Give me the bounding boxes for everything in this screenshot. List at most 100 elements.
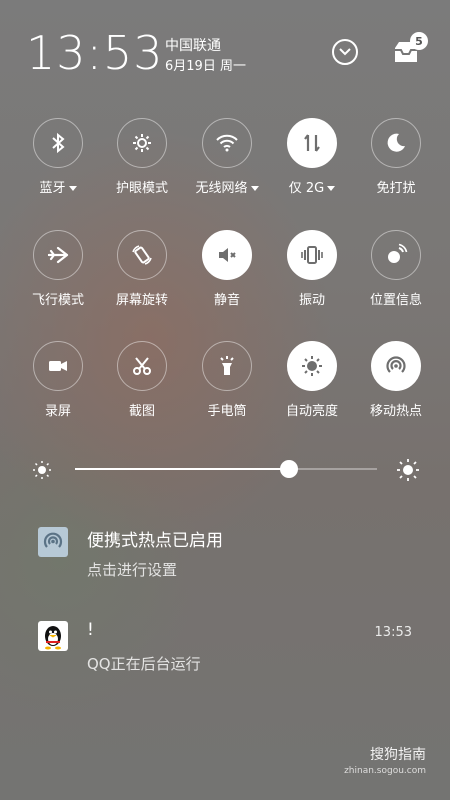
- notification-inbox-button[interactable]: 5: [390, 32, 428, 66]
- qq-notification[interactable]: ! 13:53 QQ正在后台运行: [0, 615, 450, 685]
- watermark-main: 搜狗指南: [370, 747, 426, 763]
- tile-vibrate[interactable]: 振动: [267, 230, 357, 308]
- tile-label-text: 手电筒: [207, 404, 247, 419]
- airplane-icon: [46, 243, 70, 267]
- tile-mute[interactable]: 静音: [182, 230, 272, 308]
- tile-label: 手电筒: [182, 400, 272, 419]
- tile-hotspot-button[interactable]: [371, 341, 421, 391]
- mobile-data-icon: [300, 131, 324, 155]
- tile-moon[interactable]: 免打扰: [351, 118, 441, 196]
- mute-icon: [215, 243, 239, 267]
- tile-label-text: 静音: [213, 293, 240, 308]
- tile-flashlight[interactable]: 手电筒: [182, 341, 272, 419]
- sogou-watermark: 搜狗指南 zhinan.sogou.com: [344, 744, 426, 776]
- auto-brightness-icon: [300, 354, 324, 378]
- tile-flashlight-button[interactable]: [202, 341, 252, 391]
- notification-title: 便携式热点已启用: [87, 531, 223, 551]
- tile-rotate[interactable]: 屏幕旋转: [97, 230, 187, 308]
- scissors-icon: [130, 354, 154, 378]
- tile-mobile-data-button[interactable]: [287, 118, 337, 168]
- brightness-row: [0, 455, 450, 485]
- tile-label-text: 无线网络: [195, 181, 248, 196]
- brightness-fill: [75, 468, 290, 470]
- tile-scissors[interactable]: 截图: [97, 341, 187, 419]
- dropdown-caret-icon[interactable]: [327, 186, 336, 191]
- status-header: 13:53 中国联通 6月19日 周一 5: [0, 0, 450, 100]
- dropdown-caret-icon[interactable]: [68, 186, 77, 191]
- tile-mute-button[interactable]: [202, 230, 252, 280]
- tile-vibrate-button[interactable]: [287, 230, 337, 280]
- clock: 13:53: [26, 26, 164, 80]
- notification-count-badge: 5: [410, 32, 428, 50]
- tile-label-text: 截图: [128, 404, 155, 419]
- dropdown-caret-icon[interactable]: [250, 186, 259, 191]
- tile-label: 屏幕旋转: [97, 289, 187, 308]
- tile-eye-care[interactable]: 护眼模式: [97, 118, 187, 196]
- tile-scissors-button[interactable]: [117, 341, 167, 391]
- tile-bluetooth[interactable]: 蓝牙: [13, 118, 103, 196]
- carrier-name: 中国联通: [165, 38, 221, 54]
- rotate-icon: [130, 243, 154, 267]
- tile-screen-record-button[interactable]: [33, 341, 83, 391]
- tile-label-text: 移动热点: [369, 404, 422, 419]
- tile-moon-button[interactable]: [371, 118, 421, 168]
- watermark-url: zhinan.sogou.com: [344, 766, 426, 776]
- tile-label: 截图: [97, 400, 187, 419]
- tile-label-text: 免打扰: [376, 181, 416, 196]
- tile-label-text: 飞行模式: [31, 293, 84, 308]
- tile-bluetooth-button[interactable]: [33, 118, 83, 168]
- tile-label-text: 自动亮度: [285, 404, 338, 419]
- location-icon: [384, 243, 408, 267]
- tile-label: 自动亮度: [267, 400, 357, 419]
- expand-button[interactable]: [331, 38, 359, 66]
- tile-label: 免打扰: [351, 177, 441, 196]
- qq-penguin-icon: [38, 621, 68, 651]
- tile-auto-brightness[interactable]: 自动亮度: [267, 341, 357, 419]
- tile-label: 无线网络: [182, 177, 272, 196]
- date-label: 6月19日 周一: [165, 59, 246, 74]
- tile-label-text: 位置信息: [369, 293, 422, 308]
- tile-mobile-data[interactable]: 仅 2G: [267, 118, 357, 196]
- tile-rotate-button[interactable]: [117, 230, 167, 280]
- tile-hotspot[interactable]: 移动热点: [351, 341, 441, 419]
- tile-label-text: 仅 2G: [288, 181, 325, 196]
- tile-eye-care-button[interactable]: [117, 118, 167, 168]
- tile-label-text: 蓝牙: [39, 181, 66, 196]
- tile-airplane-button[interactable]: [33, 230, 83, 280]
- eye-care-icon: [130, 131, 154, 155]
- tile-label: 振动: [267, 289, 357, 308]
- hotspot-notification[interactable]: 便携式热点已启用 点击进行设置: [0, 520, 450, 590]
- brightness-slider[interactable]: [75, 460, 377, 478]
- tile-location[interactable]: 位置信息: [351, 230, 441, 308]
- brightness-knob[interactable]: [280, 460, 299, 478]
- tile-screen-record[interactable]: 录屏: [13, 341, 103, 419]
- tile-label: 护眼模式: [97, 177, 187, 196]
- tile-auto-brightness-button[interactable]: [287, 341, 337, 391]
- tile-label: 录屏: [13, 400, 103, 419]
- tile-label: 仅 2G: [267, 177, 357, 196]
- tile-label: 移动热点: [351, 400, 441, 419]
- tile-airplane[interactable]: 飞行模式: [13, 230, 103, 308]
- notification-title: !: [87, 620, 94, 640]
- hotspot-icon: [384, 354, 408, 378]
- chevron-down-icon: [332, 39, 358, 65]
- notification-subtitle: QQ正在后台运行: [87, 655, 201, 673]
- tile-label: 飞行模式: [13, 289, 103, 308]
- wifi-icon: [215, 131, 239, 155]
- brightness-high-icon: [397, 459, 419, 481]
- tile-label-text: 护眼模式: [115, 181, 168, 196]
- tile-label: 位置信息: [351, 289, 441, 308]
- bluetooth-icon: [46, 131, 70, 155]
- tile-label-text: 录屏: [44, 404, 71, 419]
- hotspot-app-icon: [38, 527, 68, 557]
- notification-subtitle: 点击进行设置: [87, 561, 178, 579]
- brightness-low-icon: [33, 461, 51, 479]
- screen-record-icon: [46, 354, 70, 378]
- tile-location-button[interactable]: [371, 230, 421, 280]
- tile-label-text: 屏幕旋转: [115, 293, 168, 308]
- moon-icon: [384, 131, 408, 155]
- tile-wifi[interactable]: 无线网络: [182, 118, 272, 196]
- tile-wifi-button[interactable]: [202, 118, 252, 168]
- notification-time: 13:53: [374, 625, 412, 640]
- tile-label: 静音: [182, 289, 272, 308]
